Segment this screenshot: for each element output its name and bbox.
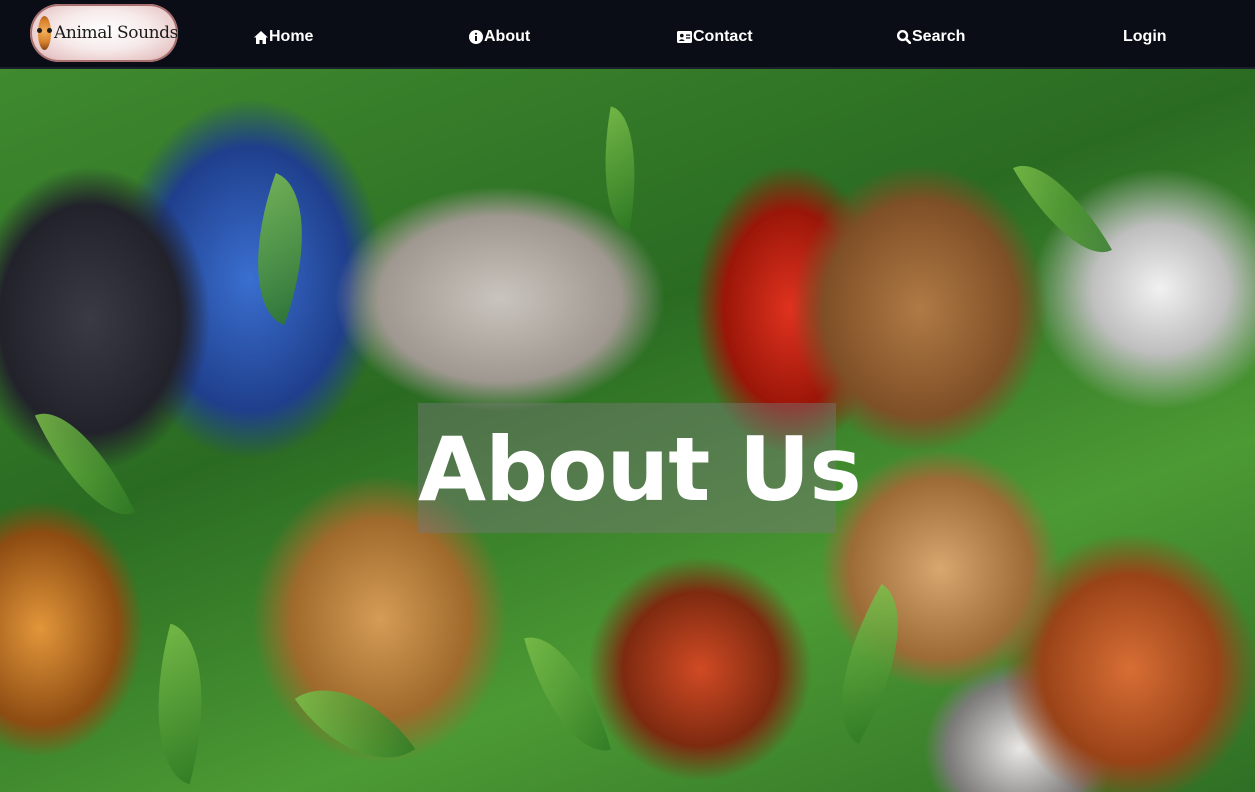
leaf-decoration: [34, 394, 136, 534]
nav-link-login-label: Login: [1123, 28, 1167, 45]
nav-link-contact[interactable]: Contact: [677, 24, 753, 50]
nav-link-about-label: About: [484, 28, 531, 45]
tiger-logo-icon: [37, 16, 53, 50]
leaf-decoration: [806, 584, 934, 744]
nav-link-about[interactable]: About: [469, 24, 530, 50]
nav-link-search[interactable]: Search: [897, 24, 965, 50]
leaf-decoration: [294, 658, 416, 790]
nav-link-login[interactable]: Login: [1123, 24, 1167, 50]
navbar: Animal Sounds Home About Contact Search …: [0, 0, 1255, 69]
leaf-decoration: [227, 172, 333, 326]
page-title: About Us: [418, 418, 862, 521]
site-logo[interactable]: Animal Sounds: [30, 4, 178, 62]
search-icon: [897, 30, 911, 44]
home-icon: [254, 30, 268, 44]
leaf-decoration: [524, 624, 611, 764]
nav-link-home[interactable]: Home: [254, 24, 313, 50]
leaf-decoration: [1013, 145, 1112, 273]
leaf-decoration: [589, 106, 651, 232]
logo-text: Animal Sounds: [54, 23, 178, 43]
hero-banner: About Us: [0, 69, 1255, 792]
nav-link-search-label: Search: [912, 28, 966, 45]
info-icon: [469, 30, 483, 44]
contact-card-icon: [677, 31, 692, 43]
nav-link-home-label: Home: [269, 28, 314, 45]
leaf-decoration: [131, 623, 229, 785]
nav-link-contact-label: Contact: [693, 28, 753, 45]
